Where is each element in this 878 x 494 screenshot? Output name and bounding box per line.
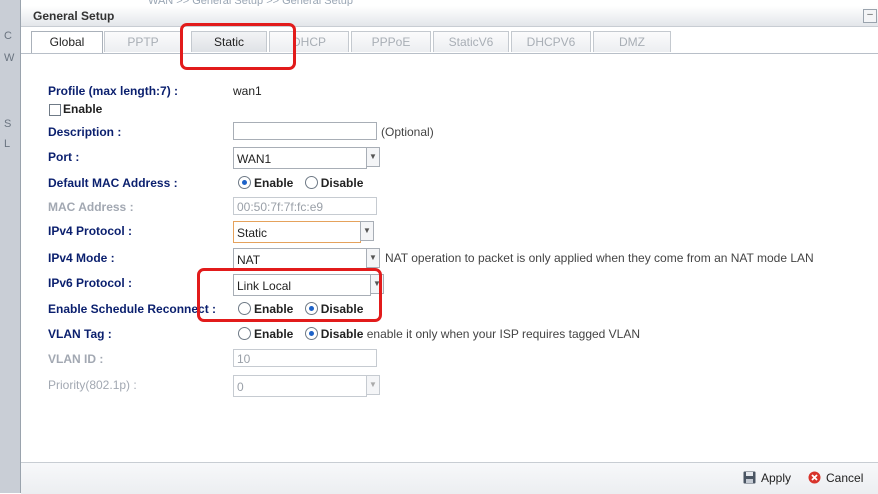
vlan-tag-hint: enable it only when your ISP requires ta… [366,327,641,341]
ipv6-highlight [197,268,382,322]
default-mac-radio-group: Enable Disable [238,176,371,190]
chevron-down-icon[interactable]: ▼ [366,248,380,268]
chevron-down-icon[interactable]: ▼ [366,147,380,167]
profile-value: wan1 [233,84,262,98]
cancel-label: Cancel [826,471,864,485]
description-label: Description : [48,125,122,139]
priority-select[interactable]: 0 ▼ [233,375,380,397]
mac-address-label: MAC Address : [48,200,134,214]
background-fragment: C [4,30,12,42]
tab-pppoe[interactable]: PPPoE [351,31,431,52]
chevron-down-icon[interactable]: ▼ [360,221,374,241]
priority-value: 0 [237,380,244,394]
vlan-tag-radio-group: Enable Disable enable it only when your … [238,327,640,341]
port-value: WAN1 [237,152,272,166]
enable-label: Enable [63,102,103,116]
ipv4-mode-label: IPv4 Mode : [48,251,115,265]
radio-label: Disable [320,176,364,190]
profile-label: Profile (max length:7) : [48,84,179,98]
apply-label: Apply [761,471,792,485]
general-setup-dialog: General Setup – Global PPTP Static DHCP … [20,6,878,494]
vlan-id-input[interactable]: 10 [233,349,377,367]
tab-bar: Global PPTP Static DHCP PPPoE StaticV6 D… [21,27,878,54]
schedule-reconnect-label: Enable Schedule Reconnect : [48,302,217,316]
ipv4-protocol-value: Static [237,226,268,240]
tab-dhcpv6[interactable]: DHCPV6 [511,31,591,52]
port-select[interactable]: WAN1 ▼ [233,147,380,169]
vlan-tag-enable-radio[interactable] [238,327,251,340]
vlan-tag-disable-radio[interactable] [304,327,318,340]
radio-label: Enable [254,327,294,341]
default-mac-enable-radio[interactable] [238,176,251,189]
dialog-titlebar: General Setup – [21,6,878,27]
default-mac-disable-radio[interactable] [304,176,318,189]
background-fragment: S [4,118,12,130]
ipv4-mode-hint: NAT operation to packet is only applied … [385,251,814,265]
ipv4-mode-value: NAT [237,253,261,267]
ipv4-mode-select[interactable]: NAT ▼ [233,248,380,270]
static-tab-highlight [180,23,296,70]
priority-label: Priority(802.1p) : [48,378,137,392]
ipv4-protocol-select[interactable]: Static ▼ [233,221,374,243]
port-label: Port : [48,150,80,164]
description-hint: (Optional) [381,125,434,139]
tab-pptp[interactable]: PPTP [104,31,182,52]
vlan-tag-label: VLAN Tag : [48,327,112,341]
enable-checkbox[interactable] [49,104,61,116]
tab-dmz[interactable]: DMZ [593,31,671,52]
vlan-id-label: VLAN ID : [48,352,104,366]
dialog-footer: Apply Cancel [21,462,878,494]
background-window-strip: C W S L [0,0,21,493]
apply-button[interactable]: Apply [743,471,791,485]
cancel-icon [808,471,821,484]
background-fragment: L [4,138,11,150]
ipv4-protocol-label: IPv4 Protocol : [48,224,133,238]
radio-label: Enable [254,176,294,190]
default-mac-label: Default MAC Address : [48,176,178,190]
mac-address-input[interactable]: 00:50:7f:7f:fc:e9 [233,197,377,215]
background-fragment: W [4,52,15,64]
dialog-title: General Setup [33,9,115,23]
tab-global[interactable]: Global [31,31,103,53]
minimize-button[interactable]: – [863,9,877,23]
cancel-button[interactable]: Cancel [808,471,863,485]
chevron-down-icon[interactable]: ▼ [366,375,380,395]
radio-label: Disable [320,327,364,341]
tab-staticv6[interactable]: StaticV6 [433,31,509,52]
description-input[interactable] [233,122,377,140]
ipv6-protocol-label: IPv6 Protocol : [48,276,133,290]
floppy-disk-icon [743,471,756,484]
